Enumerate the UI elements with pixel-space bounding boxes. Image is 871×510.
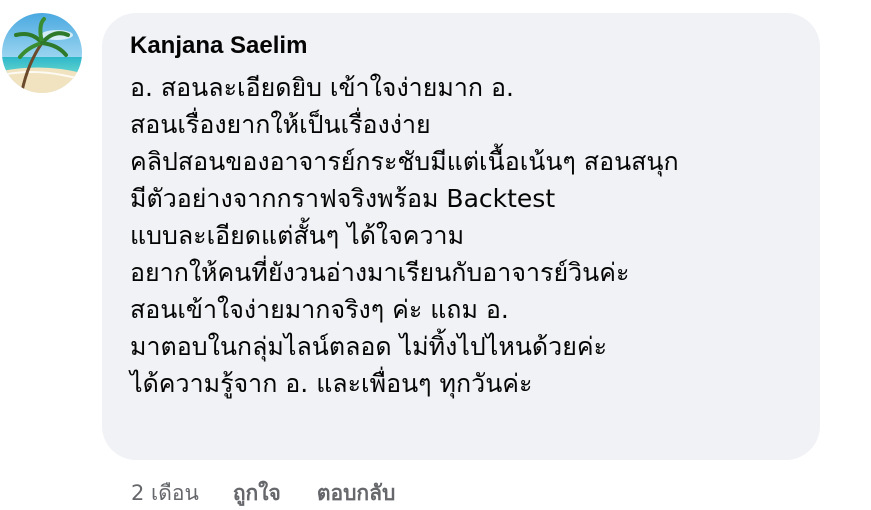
comment-bubble: Kanjana Saelim อ. สอนละเอียดยิบ เข้าใจง่… — [102, 13, 820, 460]
comment-text-line: มีตัวอย่างจากกราฟจริงพร้อม Backtest — [130, 184, 556, 213]
comment-text-line: สอนเรื่องยากให้เป็นเรื่องง่าย — [130, 110, 431, 139]
like-button[interactable]: ถูกใจ — [233, 477, 281, 510]
comment-text-line: มาตอบในกลุ่มไลน์ตลอด ไม่ทิ้งไปไหนด้วยค่ะ — [130, 332, 608, 361]
comment-timestamp[interactable]: 2 เดือน — [131, 477, 199, 510]
comment-text-line: ได้ความรู้จาก อ. และเพื่อนๆ ทุกวันค่ะ — [130, 369, 533, 398]
comment-author-name[interactable]: Kanjana Saelim — [130, 29, 800, 63]
comment-text-line: แบบละเอียดแต่สั้นๆ ได้ใจความ — [130, 221, 465, 250]
comment-actions: 2 เดือน ถูกใจ ตอบกลับ — [131, 476, 431, 510]
comment-text: อ. สอนละเอียดยิบ เข้าใจง่ายมาก อ. สอนเรื… — [130, 69, 800, 402]
comment-text-line: สอนเข้าใจง่ายมากจริงๆ ค่ะ แถม อ. — [130, 295, 509, 324]
reply-button[interactable]: ตอบกลับ — [317, 477, 396, 510]
avatar[interactable] — [2, 13, 82, 93]
comment-text-line: คลิปสอนของอาจารย์กระชับมีแต่เนื้อเน้นๆ ส… — [130, 147, 679, 176]
comment-text-line: อยากให้คนที่ยังวนอ่างมาเรียนกับอาจารย์วิ… — [130, 258, 630, 287]
beach-palm-avatar-icon — [2, 13, 82, 93]
comment-text-line: อ. สอนละเอียดยิบ เข้าใจง่ายมาก อ. — [130, 73, 514, 102]
comment: Kanjana Saelim อ. สอนละเอียดยิบ เข้าใจง่… — [0, 0, 871, 509]
